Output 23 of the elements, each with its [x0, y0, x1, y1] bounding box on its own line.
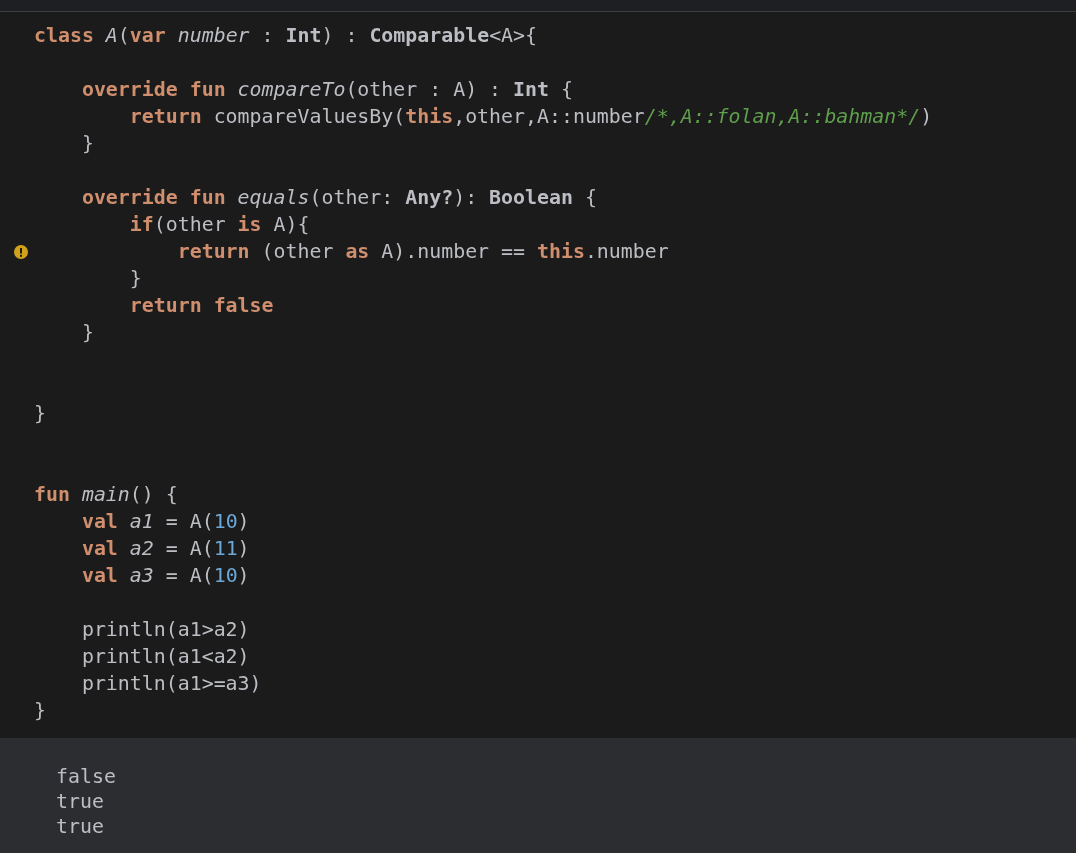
code-line: } [81, 320, 94, 346]
code-line: val a2 = A(11) [81, 536, 250, 562]
code-line: return false [129, 293, 274, 319]
code-line: } [34, 401, 46, 427]
code-line: override fun equals(other: Any?): Boolean { [81, 185, 597, 211]
code-line: override fun compareTo(other : A) : Int { [81, 77, 573, 103]
output-line: true [56, 789, 104, 814]
code-line: } [81, 131, 94, 157]
code-line: println(a1>=a3) [81, 671, 262, 697]
code-line: if(other is A){ [129, 212, 310, 238]
output-line: true [56, 814, 104, 839]
code-line: println(a1<a2) [81, 644, 250, 670]
code-line: } [34, 698, 46, 724]
code-line: return compareValuesBy(this,other,A::number/*,A::folan,A::bahman*/) [129, 104, 933, 130]
code-line: println(a1>a2) [81, 617, 250, 643]
output-line: false [56, 764, 116, 789]
warning-icon[interactable] [14, 244, 28, 259]
code-line: val a3 = A(10) [81, 563, 250, 589]
code-line: return (other as A).number == this.number [177, 239, 669, 265]
code-line: } [129, 266, 142, 292]
code-line: fun main() { [34, 482, 178, 508]
code-line: class A(var number : Int) : Comparable<A>{ [34, 23, 538, 49]
code-line: val a1 = A(10) [81, 509, 250, 535]
